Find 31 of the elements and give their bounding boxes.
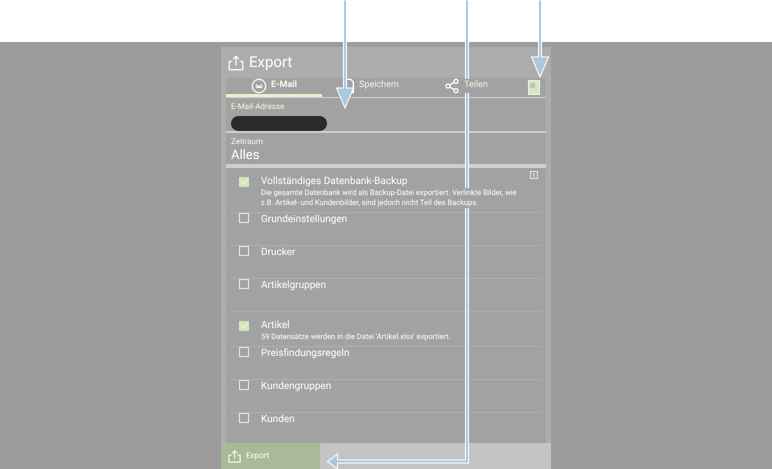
checkbox[interactable] <box>239 177 249 187</box>
field-label: Zeitraum <box>231 136 264 148</box>
dialog-title: Export <box>249 52 292 74</box>
check-icon <box>240 323 248 329</box>
item-title: Artikel <box>261 319 291 332</box>
upload-icon <box>227 448 242 464</box>
item-title: Preisfindungsregeln <box>261 347 350 360</box>
item-title: Kundengruppen <box>261 380 332 393</box>
item-title: Kunden <box>261 413 295 426</box>
checkbox[interactable] <box>239 213 249 223</box>
checkbox[interactable] <box>239 246 249 256</box>
export-button[interactable]: Export <box>221 443 320 469</box>
info-icon[interactable] <box>530 171 538 179</box>
mail-icon <box>250 78 267 94</box>
tab[interactable]: E-Mail <box>226 78 322 97</box>
field-value: Alles <box>231 148 260 164</box>
checkbox[interactable] <box>239 279 249 289</box>
checkbox[interactable] <box>239 413 249 423</box>
field-label: E-Mail-Adresse <box>231 101 286 113</box>
checkbox[interactable] <box>239 347 249 357</box>
upload-icon <box>227 54 245 72</box>
checkbox[interactable] <box>239 321 249 331</box>
item-title: Grundeinstellungen <box>261 213 348 226</box>
item-title: Artikelgruppen <box>261 279 326 292</box>
spreadsheet-icon[interactable] <box>528 80 540 95</box>
item-title: Vollständiges Datenbank-Backup <box>261 175 408 188</box>
tab[interactable]: Teilen <box>418 78 514 97</box>
share-icon <box>444 78 460 94</box>
checkbox[interactable] <box>239 380 249 390</box>
check-icon <box>240 179 248 185</box>
item-title: Drucker <box>261 246 296 259</box>
